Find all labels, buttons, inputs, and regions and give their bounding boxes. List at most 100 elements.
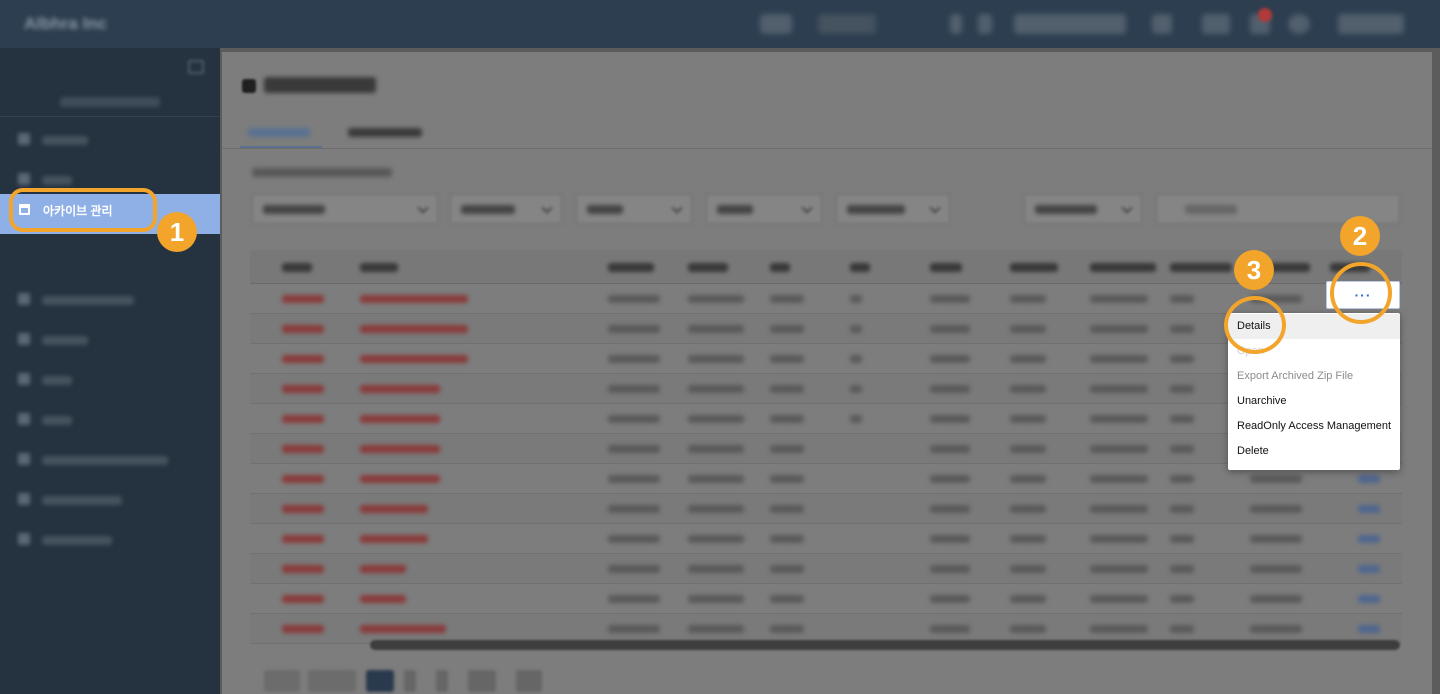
table-cell [770,355,804,363]
sidebar-item-settings[interactable] [0,400,220,440]
column-header [770,263,790,272]
filter-client[interactable] [836,194,950,224]
table-cell [1010,625,1046,633]
table-cell [688,595,744,603]
table-cell [770,295,804,303]
horizontal-scrollbar[interactable] [370,640,1400,650]
project-link[interactable] [360,385,440,393]
table-cell [1170,325,1194,333]
table-cell [770,475,804,483]
table-cell [688,415,744,423]
project-link[interactable] [360,565,406,573]
table-row[interactable] [250,494,1402,524]
table-cell[interactable] [1358,505,1380,513]
table-cell [1250,595,1302,603]
pager-previous[interactable] [308,670,356,692]
filter-eng-type[interactable] [252,194,438,224]
user-menu[interactable] [1338,14,1404,34]
project-selector[interactable] [1014,14,1126,34]
search-icon[interactable] [978,14,992,34]
table-cell [1010,535,1046,543]
table-cell [1170,505,1194,513]
sidebar-item-assignments[interactable] [0,280,220,320]
pager-last[interactable] [516,670,542,692]
project-link[interactable] [360,625,446,633]
project-link[interactable] [360,505,428,513]
table-cell [1090,565,1148,573]
menu-item-delete[interactable]: Delete [1228,439,1400,464]
filter-period-to[interactable] [706,194,822,224]
table-cell [1090,355,1148,363]
step-badge-3: 3 [1234,250,1274,290]
menu-item-unarchive[interactable]: Unarchive [1228,389,1400,414]
table-cell [1250,565,1302,573]
table-cell [282,325,324,333]
notification-icon[interactable] [1152,14,1172,34]
pager-next[interactable] [468,670,496,692]
column-header [930,263,962,272]
table-cell [282,445,324,453]
table-cell [608,505,660,513]
project-link[interactable] [360,355,468,363]
table-cell [770,625,804,633]
project-link[interactable] [360,445,440,453]
table-cell [770,325,804,333]
table-cell [930,535,970,543]
pager-first[interactable] [264,670,300,692]
table-cell [688,535,744,543]
table-row[interactable] [250,554,1402,584]
chevron-down-icon [1121,202,1133,214]
filter-icon[interactable] [950,14,962,34]
table-cell[interactable] [1358,595,1380,603]
project-link[interactable] [360,475,440,483]
collapse-sidebar-icon[interactable] [188,60,204,74]
table-cell [930,595,970,603]
tab-archived[interactable] [240,120,322,148]
project-link[interactable] [360,535,428,543]
table-cell [282,595,324,603]
table-cell[interactable] [1358,535,1380,543]
project-link[interactable] [360,415,440,423]
table-cell [608,565,660,573]
archive-title-icon [242,79,256,93]
table-cell [608,295,660,303]
pager-page-2[interactable] [404,670,416,692]
sidebar-item-help[interactable] [0,520,220,560]
column-header [282,263,312,272]
top-navigation-bar: Albhra Inc [0,0,1440,48]
sidebar-item-reports[interactable] [0,440,220,480]
table-cell [1010,355,1046,363]
table-row[interactable] [250,524,1402,554]
filter-period-from[interactable] [576,194,692,224]
table-cell [930,415,970,423]
table-cell[interactable] [1358,565,1380,573]
table-cell[interactable] [1358,475,1380,483]
sidebar-item-projects[interactable] [0,320,220,360]
sidebar-item-my-page[interactable] [0,120,220,160]
table-row[interactable] [250,584,1402,614]
table-cell [688,625,744,633]
table-cell [1250,625,1302,633]
project-link[interactable] [360,325,468,333]
menu-item-readonly-access[interactable]: ReadOnly Access Management [1228,414,1400,439]
table-cell [1010,565,1046,573]
pager-page-3[interactable] [436,670,448,692]
help-icon[interactable] [1288,14,1310,34]
filter-year[interactable] [1024,194,1142,224]
table-cell [1250,505,1302,513]
table-cell[interactable] [1358,625,1380,633]
flag-icon[interactable] [1202,14,1230,34]
project-link[interactable] [360,595,406,603]
language-selector[interactable] [760,14,792,34]
chevron-down-icon [671,202,683,214]
dashboard-icon [18,173,30,185]
filter-status[interactable] [450,194,562,224]
sidebar-item-admin[interactable] [0,360,220,400]
table-cell [930,565,970,573]
brand-logo[interactable]: Albhra Inc [24,14,107,34]
project-link[interactable] [360,295,468,303]
tab-unarchived[interactable] [340,120,430,148]
global-search-input[interactable] [818,14,876,34]
pager-page-1[interactable] [366,670,394,692]
sidebar-item-history[interactable] [0,480,220,520]
